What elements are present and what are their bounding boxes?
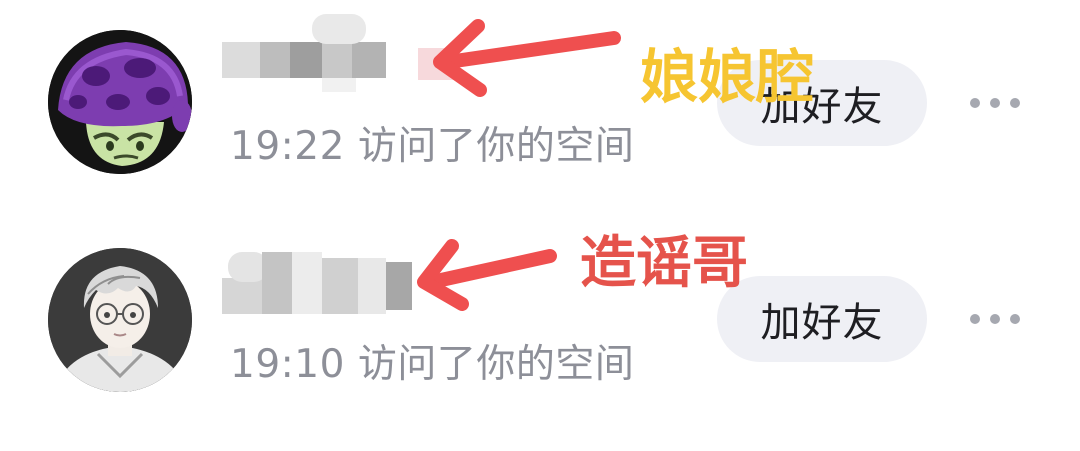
annotation-label: 娘娘腔 xyxy=(640,43,815,111)
visitor-item[interactable]: 19:22 访问了你的空间 加好友 xyxy=(0,0,1080,200)
visit-time: 19:22 xyxy=(230,124,345,169)
blurred-nickname xyxy=(222,14,460,92)
dot xyxy=(990,98,1000,108)
more-dots-icon[interactable] xyxy=(970,312,1020,326)
dot xyxy=(970,98,980,108)
dot xyxy=(1010,98,1020,108)
anime-boy-avatar-icon[interactable] xyxy=(48,248,192,392)
annotation-label: 造谣哥 xyxy=(580,231,748,296)
mushroom-plant-avatar-icon[interactable] xyxy=(48,30,192,174)
dot xyxy=(1010,314,1020,324)
visit-action: 访问了你的空间 xyxy=(357,124,635,169)
visitor-item[interactable]: 19:10 访问了你的空间 加好友 xyxy=(0,218,1080,418)
blurred-nickname xyxy=(222,248,412,314)
visit-time: 19:10 xyxy=(230,342,345,387)
dot xyxy=(990,314,1000,324)
dot xyxy=(970,314,980,324)
visit-action: 访问了你的空间 xyxy=(357,342,635,387)
add-friend-button[interactable]: 加好友 xyxy=(717,276,927,362)
visit-info: 19:10 访问了你的空间 xyxy=(230,333,634,389)
more-dots-icon[interactable] xyxy=(970,96,1020,110)
visit-info: 19:22 访问了你的空间 xyxy=(230,115,634,171)
